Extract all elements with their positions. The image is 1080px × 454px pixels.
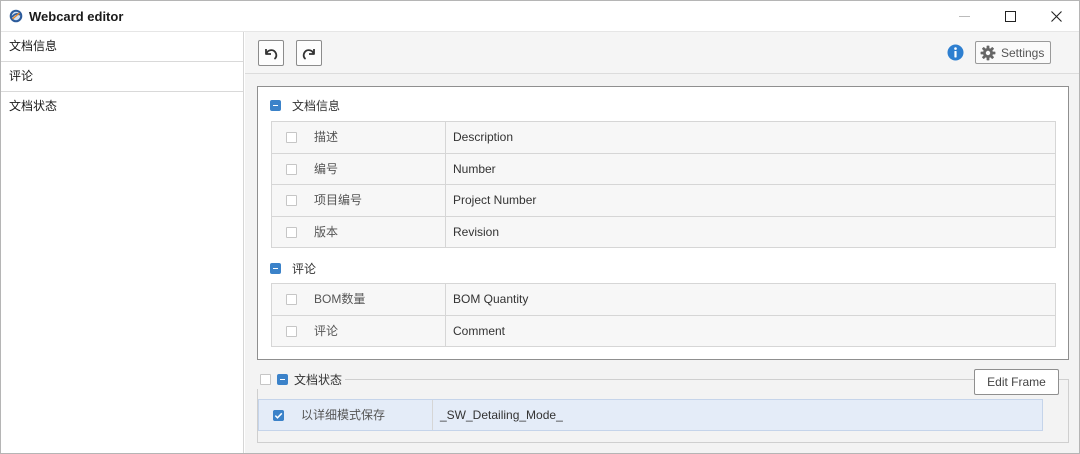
group-header-comments[interactable]: 评论	[270, 258, 316, 278]
maximize-icon	[1004, 11, 1016, 22]
sidebar: 文档信息 评论 文档状态	[1, 32, 244, 453]
row-value: _SW_Detailing_Mode_	[440, 408, 563, 422]
group-label: 文档状态	[294, 372, 343, 387]
row-label: 评论	[314, 323, 339, 338]
frame-1: 文档信息 描述 Description 编号 Number 项目编号 Proje…	[257, 86, 1069, 360]
row-label: 以详细模式保存	[301, 408, 386, 422]
sidebar-item-doc-status[interactable]: 文档状态	[1, 92, 243, 122]
main-panel: Settings 文档信息 描述 Description 编号 Number 项…	[245, 32, 1079, 453]
row-label: 描述	[314, 130, 339, 144]
row-checkbox[interactable]	[286, 132, 297, 143]
cell-divider	[445, 284, 446, 315]
row-value: Comment	[453, 323, 506, 338]
collapse-icon[interactable]	[270, 262, 281, 274]
undo-icon	[265, 49, 278, 60]
grid-doc-info: 描述 Description 编号 Number 项目编号 Project Nu…	[271, 121, 1056, 248]
table-row[interactable]: 描述 Description	[272, 122, 1055, 154]
row-value: Project Number	[453, 193, 537, 207]
table-row[interactable]: 项目编号 Project Number	[272, 185, 1055, 217]
app-icon	[9, 9, 23, 23]
row-label: 编号	[314, 161, 339, 176]
cell-divider	[445, 122, 446, 153]
settings-button[interactable]: Settings	[975, 41, 1051, 64]
sidebar-item-label: 文档信息	[9, 39, 58, 53]
table-row[interactable]: 评论 Comment	[272, 315, 1055, 347]
row-checkbox[interactable]	[286, 195, 297, 206]
maximize-button[interactable]	[987, 1, 1033, 32]
info-icon[interactable]	[947, 44, 964, 61]
group-label: 文档信息	[292, 98, 341, 113]
minimize-icon	[958, 16, 970, 17]
close-button[interactable]	[1033, 1, 1079, 32]
table-row-selected[interactable]: 以详细模式保存 _SW_Detailing_Mode_	[258, 399, 1043, 431]
table-row[interactable]: BOM数量 BOM Quantity	[272, 284, 1055, 316]
sidebar-item-comments[interactable]: 评论	[1, 62, 243, 92]
cell-divider	[445, 185, 446, 216]
group-header-doc-info[interactable]: 文档信息	[270, 95, 340, 115]
frame-checkbox[interactable]	[260, 373, 271, 385]
sidebar-item-label: 文档状态	[9, 99, 58, 113]
gear-icon	[980, 45, 996, 60]
webcard-editor-window: Webcard editor 文档信息 评论 文档状态 Settings 文档信…	[0, 0, 1080, 454]
row-checkbox[interactable]	[286, 163, 297, 175]
cell-divider	[432, 400, 433, 430]
row-checkbox[interactable]	[286, 325, 297, 337]
collapse-icon[interactable]	[270, 99, 281, 111]
collapse-icon[interactable]	[277, 373, 288, 385]
table-row[interactable]: 编号 Number	[272, 153, 1055, 185]
row-value: Number	[453, 161, 496, 176]
row-label: BOM数量	[314, 292, 366, 306]
settings-label: Settings	[1001, 45, 1045, 60]
grid-comments: BOM数量 BOM Quantity 评论 Comment	[271, 283, 1056, 347]
row-checkbox[interactable]	[286, 294, 297, 305]
frame-2-legend[interactable]: 文档状态	[257, 369, 346, 389]
sidebar-item-doc-info[interactable]: 文档信息	[1, 32, 243, 62]
minimize-button[interactable]	[941, 1, 987, 32]
cell-divider	[445, 315, 446, 347]
sidebar-item-label: 评论	[9, 69, 34, 83]
row-value: Description	[453, 130, 514, 144]
row-value: BOM Quantity	[453, 292, 529, 306]
row-checkbox[interactable]	[286, 226, 297, 238]
window-title: Webcard editor	[29, 9, 124, 24]
redo-button[interactable]	[296, 40, 322, 66]
checkbox-checked-icon[interactable]	[273, 410, 284, 421]
close-icon	[1050, 11, 1062, 22]
group-label: 评论	[292, 261, 317, 276]
cell-divider	[445, 153, 446, 184]
table-row[interactable]: 版本 Revision	[272, 216, 1055, 248]
toolbar: Settings	[245, 32, 1079, 74]
edit-frame-button[interactable]: Edit Frame	[974, 369, 1059, 395]
row-value: Revision	[453, 224, 500, 239]
redo-icon	[302, 49, 315, 60]
row-label: 版本	[314, 224, 339, 239]
row-label: 项目编号	[314, 193, 363, 207]
cell-divider	[445, 216, 446, 248]
title-bar: Webcard editor	[1, 1, 1079, 32]
undo-button[interactable]	[258, 40, 284, 66]
